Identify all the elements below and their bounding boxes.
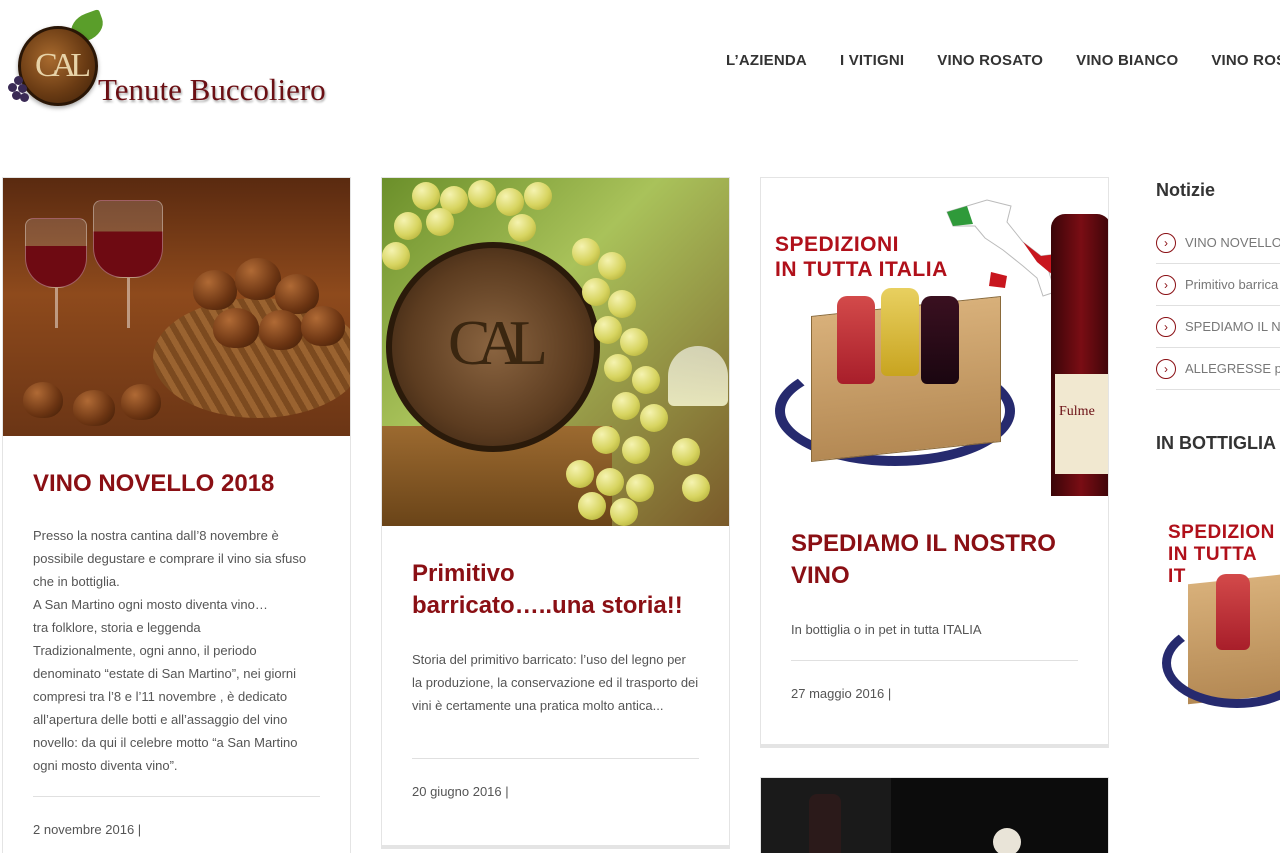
excerpt-paragraph: Storia del primitivo barricato: l’uso de…: [412, 652, 699, 713]
chevron-right-icon: ›: [1156, 316, 1176, 337]
post-image-shipping[interactable]: SPEDIZIONI IN TUTTA ITALIA Fulme: [761, 178, 1108, 496]
nav-vino-rosato[interactable]: VINO ROSATO: [937, 52, 1043, 69]
sidebar-news-title: Notizie: [1156, 180, 1216, 200]
post-excerpt: Presso la nostra cantina dall’8 novembre…: [33, 524, 320, 777]
post-date: 20 giugno 2016 |: [412, 784, 509, 799]
wine-bottle-icon: Fulme: [1051, 214, 1108, 496]
excerpt-paragraph: Presso la nostra cantina dall’8 novembre…: [33, 528, 307, 589]
post-title[interactable]: Primitivo barricato…..una storia!!: [412, 558, 699, 622]
post-image-chestnuts-wine[interactable]: [3, 178, 350, 436]
sidebar-news-item[interactable]: › ALLEGRESSE pri: [1156, 348, 1280, 390]
post-date: 27 maggio 2016 |: [791, 686, 892, 701]
logo-icon: [993, 828, 1021, 853]
nav-vitigni[interactable]: I VITIGNI: [840, 52, 904, 69]
excerpt-paragraph: In bottiglia o in pet in tutta ITALIA: [791, 622, 982, 637]
nav-vino-bianco[interactable]: VINO BIANCO: [1076, 52, 1178, 69]
main-nav: L’AZIENDA I VITIGNI VINO ROSATO VINO BIA…: [726, 52, 1280, 69]
sidebar-bottle-title: IN BOTTIGLIA C: [1156, 433, 1280, 453]
grapes-icon: [8, 76, 30, 104]
site-logo[interactable]: CAL Tenute Buccoliero: [8, 8, 348, 114]
chevron-right-icon: ›: [1156, 232, 1176, 253]
post-title[interactable]: SPEDIAMO IL NOSTRO VINO: [791, 528, 1078, 592]
image-caption: SPEDIZIONI IN TUTTA ITALIA: [775, 233, 948, 281]
brand-name: Tenute Buccoliero: [98, 72, 326, 107]
sidebar-news-item[interactable]: › Primitivo barrica: [1156, 264, 1280, 306]
nav-azienda[interactable]: L’AZIENDA: [726, 52, 807, 69]
post-image-barrel-grapes[interactable]: CAL: [382, 178, 729, 526]
divider: [791, 660, 1078, 661]
barrel-logo-icon: CAL: [18, 26, 98, 106]
sidebar-news-item[interactable]: › SPEDIAMO IL NO: [1156, 306, 1280, 348]
nav-vino-rosso[interactable]: VINO ROSSO: [1211, 52, 1280, 69]
post-excerpt: Storia del primitivo barricato: l’uso de…: [412, 648, 699, 717]
post-date: 2 novembre 2016 |: [33, 822, 142, 837]
wine-glass-icon: [668, 346, 728, 406]
post-card-vino-novello: VINO NOVELLO 2018 Presso la nostra canti…: [2, 177, 351, 853]
post-card-primitivo-barricato: CAL Primitivo barricato…..una storia!! S…: [381, 177, 730, 849]
sidebar-shipping-image[interactable]: SPEDIZION IN TUTTA IT: [1158, 518, 1280, 748]
excerpt-paragraph: A San Martino ogni mosto diventa vino…: [33, 597, 268, 612]
post-image-bottle-dark[interactable]: [761, 778, 1108, 853]
post-card-spediamo: SPEDIZIONI IN TUTTA ITALIA Fulme SPEDIAM…: [760, 177, 1109, 748]
post-title[interactable]: VINO NOVELLO 2018: [33, 468, 320, 500]
chevron-right-icon: ›: [1156, 358, 1176, 379]
sidebar-news-item[interactable]: › VINO NOVELLO: [1156, 222, 1280, 264]
sidebar-news-list: › VINO NOVELLO › Primitivo barrica › SPE…: [1156, 222, 1280, 390]
excerpt-paragraph: Tradizionalmente, ogni anno, il periodo …: [33, 643, 298, 773]
post-excerpt: In bottiglia o in pet in tutta ITALIA: [791, 618, 1078, 641]
divider: [412, 758, 699, 759]
divider: [33, 796, 320, 797]
chevron-right-icon: ›: [1156, 274, 1176, 295]
post-card-allegresse: [760, 777, 1109, 853]
excerpt-paragraph: tra folklore, storia e leggenda: [33, 620, 201, 635]
